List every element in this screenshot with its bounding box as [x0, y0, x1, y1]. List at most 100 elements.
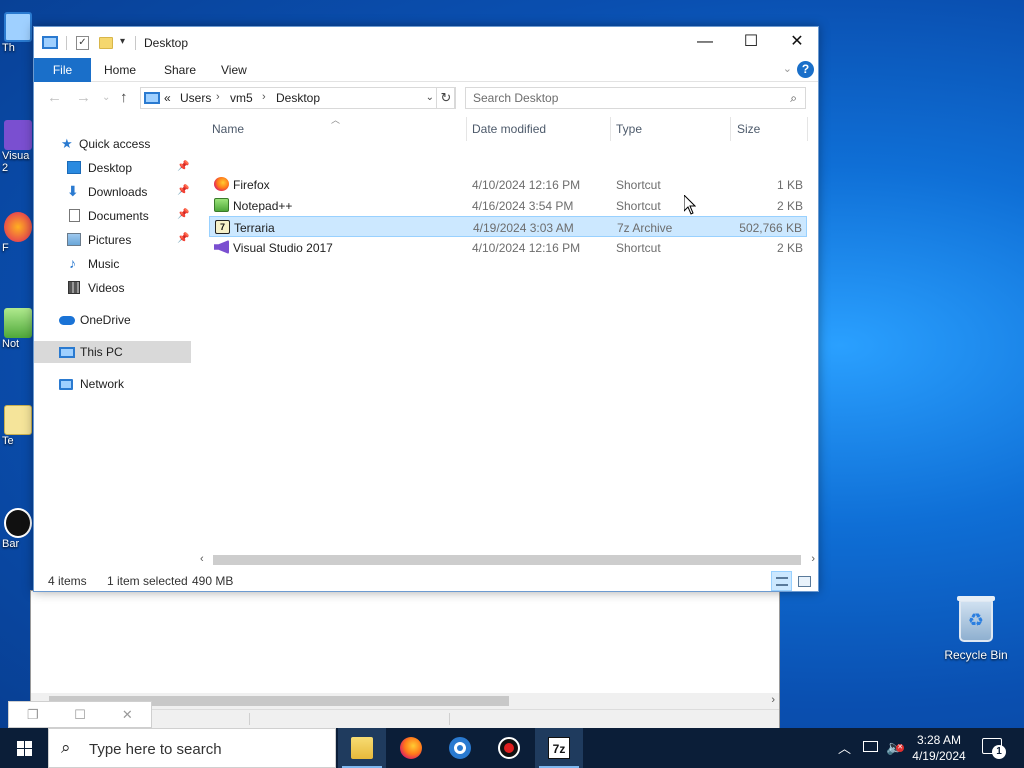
star-icon: ★	[61, 136, 73, 151]
table-row[interactable]: Visual Studio 2017 4/10/2024 12:16 PM Sh…	[209, 237, 807, 258]
start-button[interactable]	[0, 728, 48, 768]
properties-icon[interactable]: ✓	[76, 36, 89, 50]
forward-button[interactable]: →	[76, 89, 91, 106]
network-status-icon[interactable]	[863, 741, 878, 752]
expand-ribbon-icon[interactable]: ⌄	[783, 62, 792, 75]
tab-home[interactable]: Home	[91, 58, 149, 82]
sidebar-item-label: Network	[80, 377, 125, 391]
music-icon: ♪	[69, 255, 76, 271]
maximize-button[interactable]: ☐	[728, 27, 774, 58]
sidebar-item-downloads[interactable]: ⬇ Downloads 📌	[34, 181, 191, 203]
ribbon-tabs: File Home Share View ⌄ ?	[34, 58, 818, 82]
table-row-selected[interactable]: 7 Terraria 4/19/2024 3:03 AM 7z Archive …	[209, 216, 807, 237]
sidebar-item-label: OneDrive	[80, 313, 131, 327]
table-row[interactable]: Notepad++ 4/16/2024 3:54 PM Shortcut 2 K…	[209, 195, 807, 216]
column-headers: ︿ Name Date modified Type Size	[209, 115, 809, 141]
breadcrumb-separator-icon[interactable]: ›	[262, 91, 266, 103]
sidebar-item-this-pc[interactable]: This PC	[34, 341, 191, 363]
column-header-size[interactable]: Size	[737, 122, 760, 136]
chrome-icon	[449, 737, 471, 759]
sidebar-item-label: Desktop	[88, 161, 133, 175]
action-center-button[interactable]: 1	[982, 738, 1006, 759]
close-button[interactable]: ✕	[774, 27, 820, 58]
taskbar-search-box[interactable]: ⌕ Type here to search	[48, 728, 336, 768]
tab-view[interactable]: View	[208, 58, 260, 82]
show-hidden-icons-icon[interactable]: ︿	[838, 738, 851, 768]
sidebar-item-desktop[interactable]: Desktop 📌	[34, 157, 191, 179]
search-box[interactable]: ⌕	[465, 87, 806, 109]
sidebar-item-quick-access[interactable]: ★ Quick access	[34, 133, 191, 155]
file-date: 4/19/2024 3:03 AM	[473, 221, 574, 235]
pin-icon[interactable]: 📌	[177, 209, 189, 220]
horizontal-scrollbar[interactable]: ‹ ›	[197, 552, 818, 568]
scrollbar-thumb[interactable]	[213, 555, 801, 565]
taskbar-file-explorer[interactable]	[338, 728, 386, 768]
desktop-icon-recycle-bin[interactable]: Recycle Bin	[940, 596, 1012, 662]
file-size: 1 KB	[776, 178, 803, 192]
restore-icon[interactable]: ❐	[9, 702, 56, 727]
pin-icon[interactable]: 📌	[177, 233, 189, 244]
column-header-name[interactable]: Name	[212, 122, 244, 136]
search-icon: ⌕	[790, 91, 797, 105]
scroll-left-icon[interactable]: ‹	[200, 553, 204, 565]
sidebar-item-music[interactable]: ♪ Music	[34, 253, 191, 275]
title-bar[interactable]: ✓ ▾ Desktop — ☐ ✕	[34, 27, 818, 58]
taskbar-recorder[interactable]	[485, 728, 533, 768]
large-icons-view-button[interactable]	[794, 571, 815, 591]
search-input[interactable]	[473, 91, 773, 105]
file-type: Shortcut	[616, 178, 661, 192]
sidebar-item-onedrive[interactable]: OneDrive	[34, 309, 191, 331]
address-bar[interactable]: « Users › vm5 › Desktop ⌄	[140, 87, 455, 109]
window-title: Desktop	[144, 36, 189, 50]
sidebar-item-pictures[interactable]: Pictures 📌	[34, 229, 191, 251]
7z-archive-icon	[4, 405, 32, 435]
download-icon: ⬇	[67, 183, 79, 199]
system-clock[interactable]: 3:28 AM 4/19/2024	[900, 732, 978, 764]
windows-logo-icon	[17, 741, 32, 756]
file-type: Shortcut	[616, 241, 661, 255]
taskbar-chrome[interactable]	[436, 728, 484, 768]
pin-icon[interactable]: 📌	[177, 185, 189, 196]
desktop-icons-strip: Th Visua 2 F Not Te Bar	[0, 0, 34, 728]
minimize-button[interactable]: —	[682, 27, 728, 58]
desktop-icon-label: F	[2, 242, 9, 254]
tab-file[interactable]: File	[34, 58, 91, 82]
scroll-right-icon[interactable]: ›	[771, 694, 775, 706]
sidebar-item-label: This PC	[80, 345, 123, 359]
close-icon[interactable]: ✕	[104, 702, 151, 727]
this-pc-icon	[144, 92, 160, 104]
visual-studio-icon	[214, 240, 229, 254]
file-explorer-window: ✓ ▾ Desktop — ☐ ✕ File Home Share View ⌄…	[33, 26, 819, 592]
help-icon[interactable]: ?	[797, 61, 814, 78]
new-folder-icon[interactable]	[99, 37, 113, 49]
refresh-button[interactable]: ↻	[436, 87, 456, 109]
maximize-icon[interactable]: ☐	[56, 702, 103, 727]
file-type: 7z Archive	[617, 221, 673, 235]
address-dropdown-icon[interactable]: ⌄	[426, 92, 434, 103]
column-header-date-modified[interactable]: Date modified	[472, 122, 546, 136]
customize-toolbar-icon[interactable]: ▾	[120, 36, 125, 52]
file-name: Firefox	[233, 178, 270, 192]
table-row[interactable]: Firefox 4/10/2024 12:16 PM Shortcut 1 KB	[209, 174, 807, 195]
search-icon: ⌕	[61, 738, 71, 757]
minimized-window-controls: ❐ ☐ ✕	[8, 701, 152, 728]
column-header-type[interactable]: Type	[616, 122, 642, 136]
sidebar-item-documents[interactable]: Documents 📌	[34, 205, 191, 227]
taskbar-firefox[interactable]	[387, 728, 435, 768]
recent-locations-icon[interactable]: ⌄	[102, 92, 110, 103]
breadcrumb-separator-icon[interactable]: ›	[216, 91, 220, 103]
taskbar-7zip[interactable]: 7z	[535, 728, 583, 768]
tab-share[interactable]: Share	[151, 58, 209, 82]
scroll-right-icon[interactable]: ›	[811, 553, 815, 565]
pin-icon[interactable]: 📌	[177, 161, 189, 172]
sidebar-item-videos[interactable]: Videos	[34, 277, 191, 299]
onedrive-icon	[59, 316, 75, 325]
details-view-button[interactable]	[771, 571, 792, 591]
breadcrumb-desktop[interactable]: Desktop	[276, 91, 320, 105]
up-button[interactable]: ↑	[120, 89, 128, 106]
breadcrumb-overflow[interactable]: «	[164, 91, 171, 105]
sidebar-item-network[interactable]: Network	[34, 373, 191, 395]
breadcrumb-users[interactable]: Users	[180, 91, 211, 105]
breadcrumb-vm5[interactable]: vm5	[230, 91, 253, 105]
back-button[interactable]: ←	[47, 89, 62, 106]
